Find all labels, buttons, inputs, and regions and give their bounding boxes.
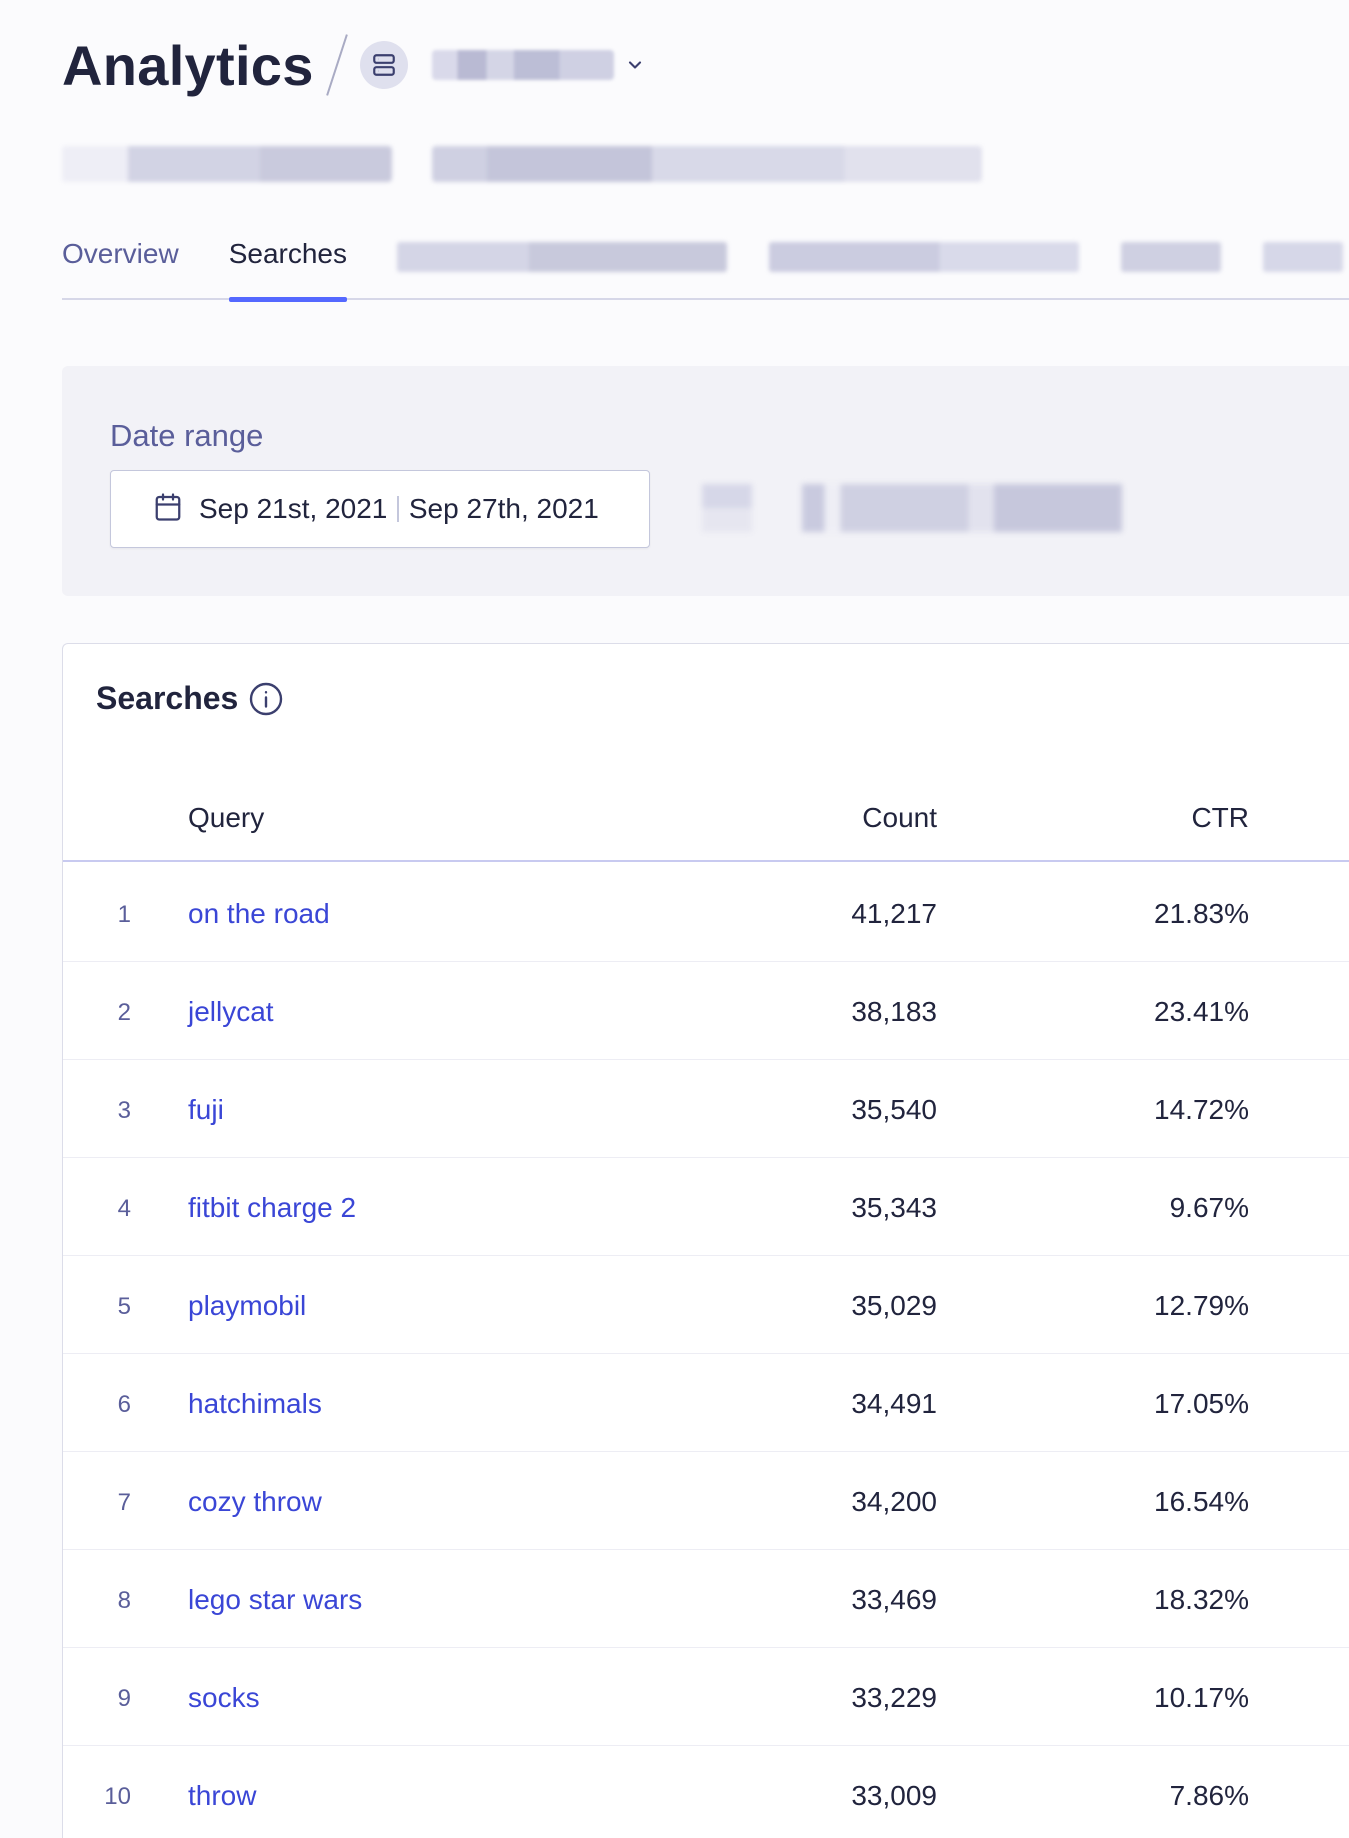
column-header-query[interactable]: Query — [188, 802, 264, 834]
row-rank: 4 — [117, 1195, 131, 1222]
ctr-value: 16.54% — [1154, 1486, 1249, 1517]
breadcrumb-separator — [325, 34, 348, 96]
ctr-value: 18.32% — [1154, 1584, 1249, 1615]
date-range-picker[interactable]: Sep 21st, 2021 Sep 27th, 2021 — [110, 470, 650, 548]
card-title: Searches — [96, 680, 239, 716]
ctr-value: 9.67% — [1169, 1192, 1249, 1223]
query-link[interactable]: fuji — [188, 1094, 224, 1126]
row-rank: 7 — [117, 1489, 131, 1516]
count-value: 34,491 — [851, 1388, 937, 1419]
count-value: 35,540 — [851, 1094, 937, 1125]
query-link[interactable]: on the road — [188, 898, 330, 930]
count-value: 35,029 — [851, 1290, 937, 1321]
chevron-down-icon[interactable] — [624, 54, 646, 76]
tab-overview[interactable]: Overview — [62, 228, 179, 300]
tab-bar: Overview Searches — [62, 228, 1349, 302]
column-header-ctr[interactable]: CTR — [1191, 802, 1249, 834]
query-link[interactable]: hatchimals — [188, 1388, 322, 1420]
tab-redacted[interactable] — [769, 242, 1079, 272]
table-row: 3 fuji 35,540 14.72% — [63, 1060, 1349, 1158]
application-selector[interactable] — [431, 50, 614, 80]
searches-card: Searches Query Count CTR 1 on the road 4… — [62, 643, 1349, 1838]
row-rank: 1 — [117, 901, 131, 928]
analytics-page: Analytics Overview Searches Date range S… — [0, 0, 1349, 1838]
count-value: 34,200 — [851, 1486, 937, 1517]
table-row: 7 cozy throw 34,200 16.54% — [63, 1452, 1349, 1550]
count-value: 38,183 — [851, 996, 937, 1027]
query-link[interactable]: fitbit charge 2 — [188, 1192, 356, 1224]
row-rank: 2 — [117, 999, 131, 1026]
row-rank: 10 — [104, 1783, 131, 1810]
ctr-value: 14.72% — [1154, 1094, 1249, 1125]
end-date: Sep 27th, 2021 — [408, 493, 599, 524]
table-header: Query Count CTR — [63, 764, 1349, 862]
filter-panel: Date range Sep 21st, 2021 Sep 27th, 2021 — [62, 366, 1349, 596]
ctr-value: 23.41% — [1154, 996, 1249, 1027]
ctr-value: 10.17% — [1154, 1682, 1249, 1713]
ctr-value: 7.86% — [1169, 1780, 1249, 1811]
table-row: 6 hatchimals 34,491 17.05% — [63, 1354, 1349, 1452]
redacted-subtitle — [62, 146, 392, 182]
tab-searches[interactable]: Searches — [228, 228, 348, 302]
table-row: 10 throw 33,009 7.86% — [63, 1746, 1349, 1838]
calendar-icon — [153, 492, 183, 527]
table-row: 9 socks 33,229 10.17% — [63, 1648, 1349, 1746]
query-link[interactable]: lego star wars — [188, 1584, 362, 1616]
date-range-label: Date range — [110, 418, 264, 453]
query-link[interactable]: socks — [188, 1682, 260, 1714]
table-row: 8 lego star wars 33,469 18.32% — [63, 1550, 1349, 1648]
row-rank: 6 — [117, 1391, 131, 1418]
query-link[interactable]: cozy throw — [188, 1486, 322, 1518]
table-row: 1 on the road 41,217 21.83% — [63, 864, 1349, 962]
query-link[interactable]: playmobil — [188, 1290, 306, 1322]
card-header: Searches — [96, 680, 284, 717]
row-rank: 9 — [117, 1685, 131, 1712]
count-value: 35,343 — [851, 1192, 937, 1223]
tab-redacted[interactable] — [1121, 242, 1221, 272]
start-date: Sep 21st, 2021 — [199, 493, 388, 524]
count-value: 33,469 — [851, 1584, 937, 1615]
row-rank: 3 — [117, 1097, 131, 1124]
query-link[interactable]: jellycat — [188, 996, 274, 1028]
date-separator — [397, 496, 399, 522]
row-rank: 5 — [117, 1293, 131, 1320]
count-value: 41,217 — [851, 898, 937, 929]
table-row: 2 jellycat 38,183 23.41% — [63, 962, 1349, 1060]
row-rank: 8 — [117, 1587, 131, 1614]
page-title: Analytics — [62, 33, 314, 97]
ctr-value: 21.83% — [1154, 898, 1249, 929]
count-value: 33,009 — [851, 1780, 937, 1811]
tab-redacted[interactable] — [1263, 242, 1343, 272]
tab-redacted[interactable] — [397, 242, 727, 272]
ctr-value: 17.05% — [1154, 1388, 1249, 1419]
redacted-subtitle-detail — [432, 146, 982, 182]
database-icon[interactable] — [359, 41, 408, 89]
table-row: 4 fitbit charge 2 35,343 9.67% — [63, 1158, 1349, 1256]
redacted-filter-icon[interactable] — [702, 484, 752, 532]
query-link[interactable]: throw — [188, 1780, 256, 1812]
info-icon[interactable] — [248, 681, 284, 717]
page-header: Analytics — [62, 30, 646, 100]
table-row: 5 playmobil 35,029 12.79% — [63, 1256, 1349, 1354]
redacted-filter[interactable] — [802, 484, 1122, 532]
count-value: 33,229 — [851, 1682, 937, 1713]
column-header-count[interactable]: Count — [862, 802, 937, 834]
ctr-value: 12.79% — [1154, 1290, 1249, 1321]
